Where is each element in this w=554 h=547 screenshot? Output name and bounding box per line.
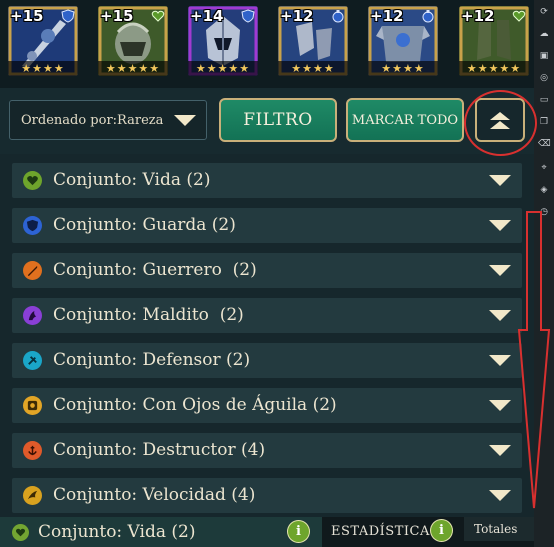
potion-icon	[422, 10, 434, 23]
set-label: Conjunto: Guerrero (2)	[53, 260, 257, 280]
gear-level: +12	[461, 7, 495, 25]
gear-item[interactable]: +12 ★★★★★	[459, 6, 529, 76]
gear-level: +12	[280, 7, 314, 25]
set-row-velocidad[interactable]: Conjunto: Velocidad (4)	[12, 478, 522, 513]
set-label: Conjunto: Destructor (4)	[53, 440, 266, 460]
annotation-arrow	[517, 211, 551, 509]
chevron-down-icon[interactable]	[489, 175, 511, 186]
chevron-down-icon[interactable]	[489, 265, 511, 276]
sort-dropdown[interactable]: Ordenado por:Rareza	[9, 100, 207, 140]
shield-icon	[23, 216, 42, 235]
set-label: Conjunto: Con Ojos de Águila (2)	[53, 395, 337, 415]
speed-icon	[23, 486, 42, 505]
set-row-guerrero[interactable]: Conjunto: Guerrero (2)	[12, 253, 522, 288]
set-row-ojos-de-aguila[interactable]: Conjunto: Con Ojos de Águila (2)	[12, 388, 522, 423]
chevron-down-icon[interactable]	[489, 490, 511, 501]
set-row-maldito[interactable]: Conjunto: Maldito (2)	[12, 298, 522, 333]
gear-stars: ★★★★★	[188, 61, 258, 76]
folder-icon[interactable]: ▭	[538, 94, 550, 106]
gear-level: +15	[100, 7, 134, 25]
set-label: Conjunto: Velocidad (4)	[53, 485, 256, 505]
camera-icon[interactable]: ◎	[538, 72, 550, 84]
set-label: Conjunto: Guarda (2)	[53, 215, 236, 235]
potion-icon	[332, 10, 344, 23]
chevron-down-icon[interactable]	[489, 445, 511, 456]
sort-label: Ordenado por:Rareza	[21, 112, 164, 128]
set-row-destructor[interactable]: Conjunto: Destructor (4)	[12, 433, 522, 468]
chevron-down-icon[interactable]	[489, 355, 511, 366]
gear-item[interactable]: +15 ★★★★★	[98, 6, 168, 76]
controls-row: Ordenado por:Rareza FILTRO MARCAR TODO	[0, 88, 534, 154]
totals-tab[interactable]: Totales	[464, 517, 534, 541]
shield-icon	[241, 9, 255, 23]
copy-icon[interactable]: ❐	[538, 116, 550, 128]
heart-icon	[151, 10, 165, 22]
gear-item[interactable]: +15 ★★★★	[8, 6, 78, 76]
gear-level: +14	[190, 7, 224, 25]
filter-button[interactable]: FILTRO	[219, 98, 337, 142]
set-row-defensor[interactable]: Conjunto: Defensor (2)	[12, 343, 522, 378]
stats-label: ESTADÍSTICAS	[331, 524, 440, 539]
mark-all-button[interactable]: MARCAR TODO	[346, 98, 464, 142]
gear-item[interactable]: +14 ★★★★★	[188, 6, 258, 76]
eraser-icon[interactable]: ⌫	[538, 138, 551, 150]
refresh-icon[interactable]: ⟳	[538, 6, 550, 18]
set-label: Conjunto: Vida (2)	[53, 170, 211, 190]
shield-icon	[61, 9, 75, 23]
set-list: Conjunto: Vida (2) Conjunto: Guarda (2) …	[0, 154, 534, 516]
gear-level: +12	[370, 7, 404, 25]
gear-item[interactable]: +12 ★★★★	[368, 6, 438, 76]
layers-icon[interactable]: ◈	[538, 184, 550, 196]
info-icon[interactable]: i	[288, 521, 309, 542]
set-label: Conjunto: Maldito (2)	[53, 305, 244, 325]
chevron-down-icon[interactable]	[489, 310, 511, 321]
gear-item[interactable]: +12 ★★★★	[278, 6, 348, 76]
heart-icon	[512, 10, 526, 22]
anchor-icon	[23, 441, 42, 460]
heart-icon	[12, 524, 29, 541]
cloud-icon[interactable]: ☁	[538, 28, 550, 40]
selected-set-bar[interactable]: Conjunto: Vida (2) i	[0, 517, 322, 547]
gear-stars: ★★★★	[368, 61, 438, 76]
sword-icon	[23, 261, 42, 280]
gear-stars: ★★★★	[278, 61, 348, 76]
chevron-down-icon[interactable]	[489, 220, 511, 231]
gear-stars: ★★★★★	[98, 61, 168, 76]
gear-stars: ★★★★★	[459, 61, 529, 76]
annotation-circle	[464, 90, 537, 156]
location-icon[interactable]: ⌖	[538, 162, 550, 174]
bottom-bar: Conjunto: Vida (2) i ESTADÍSTICAS i Tota…	[0, 517, 534, 547]
chevron-down-icon[interactable]	[489, 400, 511, 411]
set-row-vida[interactable]: Conjunto: Vida (2)	[12, 163, 522, 198]
defender-icon	[23, 351, 42, 370]
curse-icon	[23, 306, 42, 325]
apk-icon[interactable]: ▣	[538, 50, 550, 62]
selected-set-label: Conjunto: Vida (2)	[38, 522, 196, 542]
gear-stars: ★★★★	[8, 61, 78, 76]
gear-strip: +15 ★★★★ +15 ★★★★★ +14 ★★★★★ +12 ★★★★ +1…	[0, 0, 534, 88]
eagle-eye-icon	[23, 396, 42, 415]
chevron-down-icon	[174, 115, 196, 126]
heart-icon	[23, 171, 42, 190]
info-icon[interactable]: i	[431, 520, 452, 541]
gear-level: +15	[10, 7, 44, 25]
set-row-guarda[interactable]: Conjunto: Guarda (2)	[12, 208, 522, 243]
set-label: Conjunto: Defensor (2)	[53, 350, 251, 370]
